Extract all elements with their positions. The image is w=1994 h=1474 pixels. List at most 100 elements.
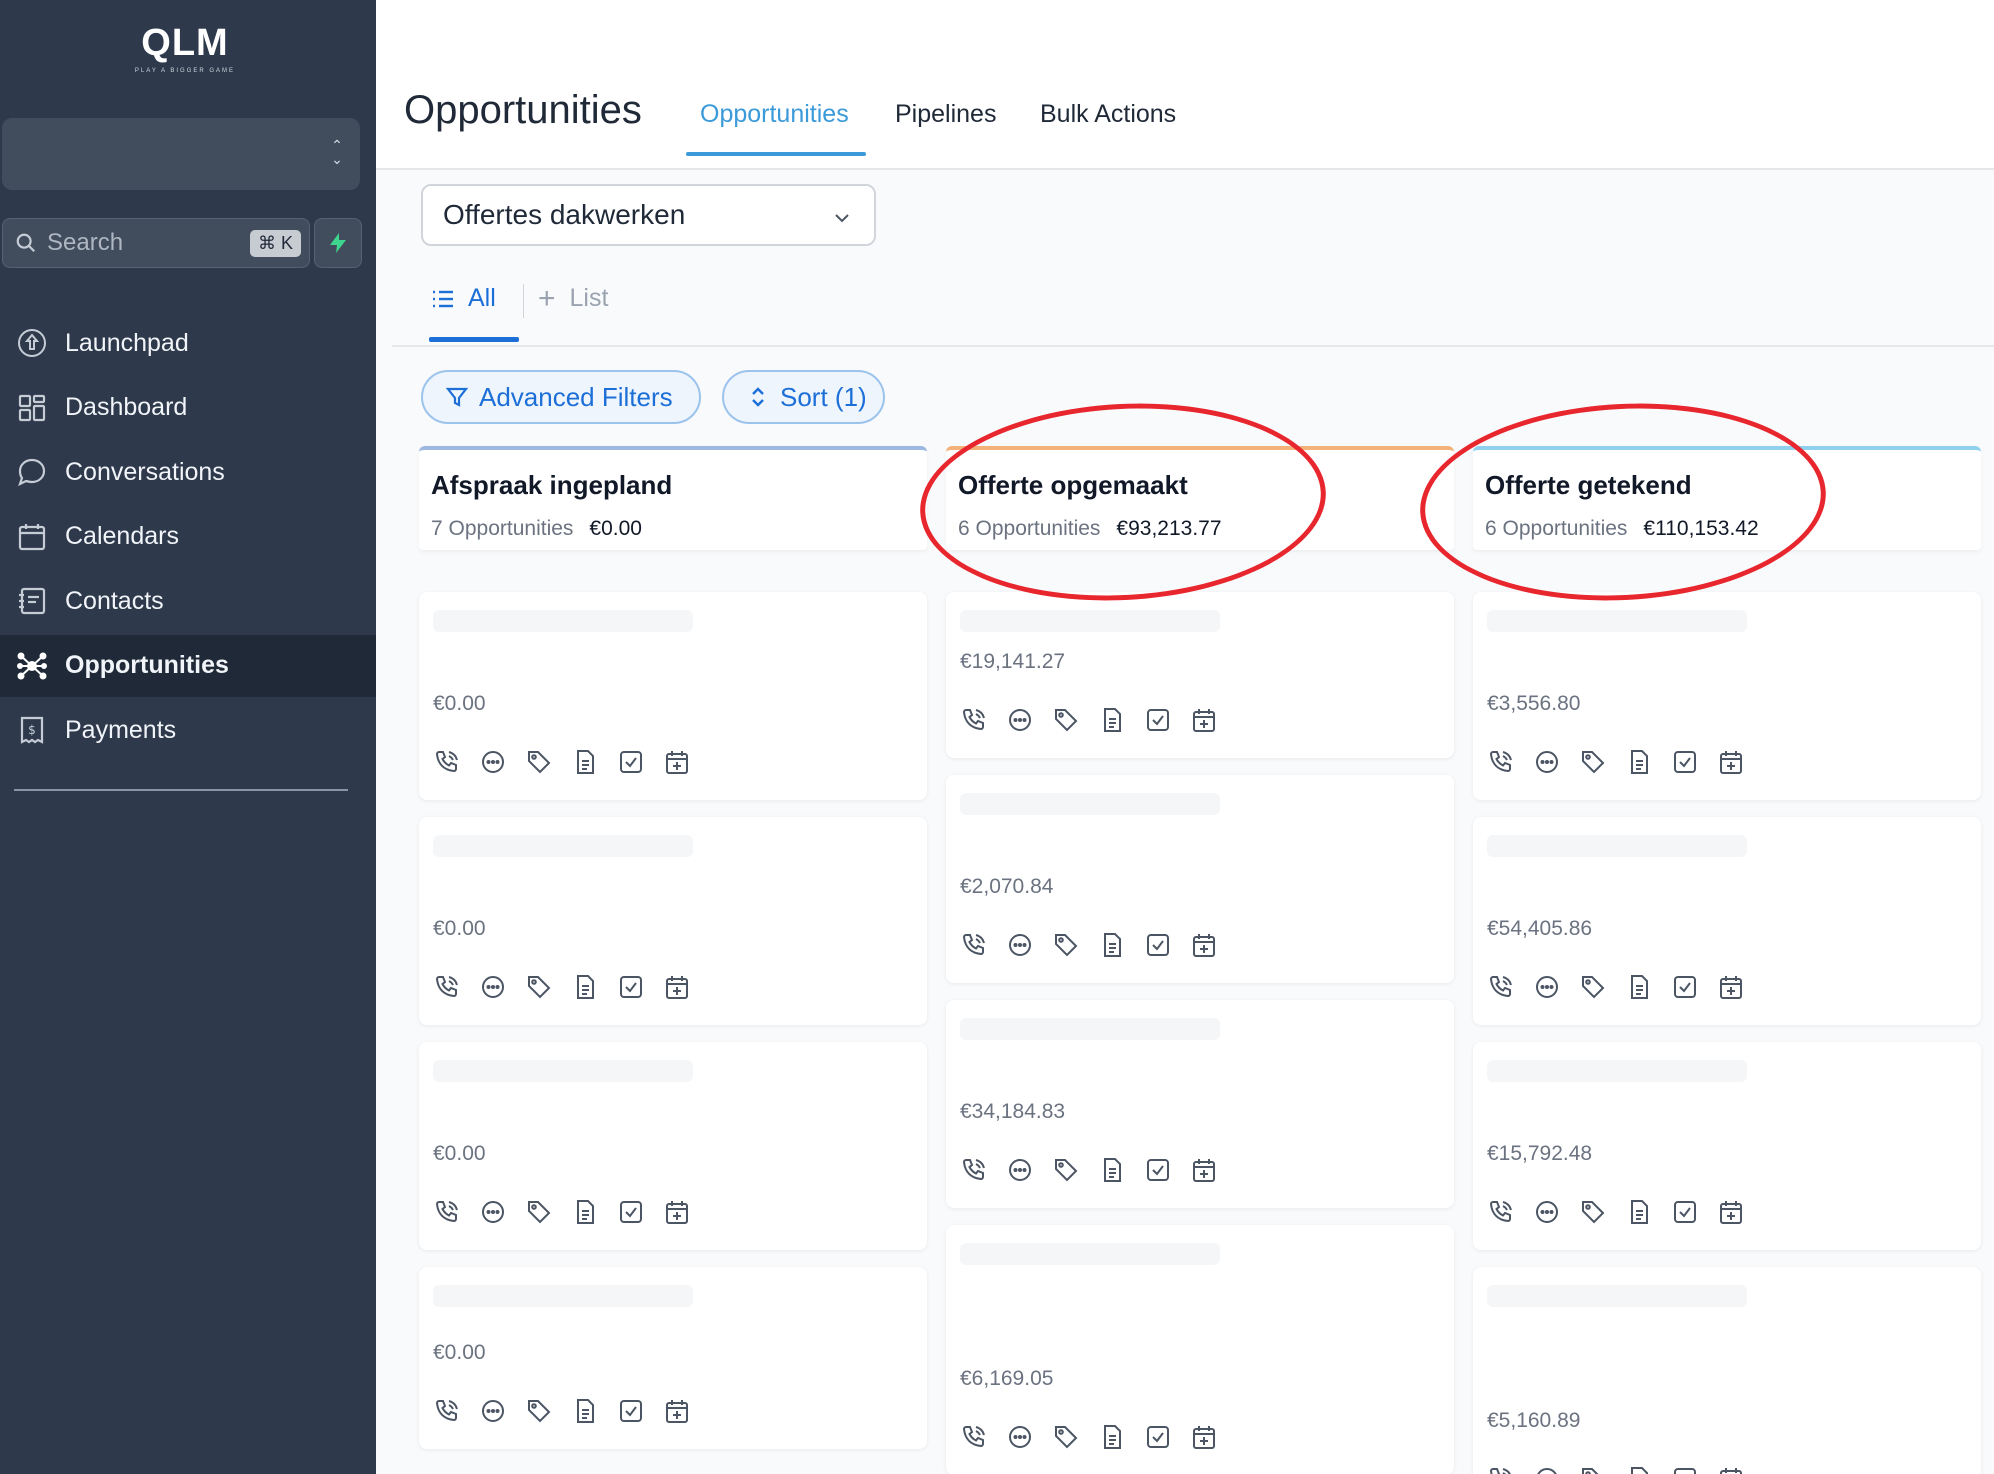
tag-icon[interactable] — [1052, 1156, 1080, 1184]
opportunity-card[interactable]: €15,792.48 — [1473, 1042, 1981, 1250]
sidebar-item-launchpad[interactable]: Launchpad — [0, 312, 376, 374]
stage-column-header[interactable]: Afspraak ingepland 7 Opportunities €0.00 — [419, 446, 927, 550]
search-input[interactable]: Search ⌘ K — [2, 218, 310, 268]
document-icon[interactable] — [1098, 706, 1126, 734]
phone-icon[interactable] — [960, 706, 988, 734]
tag-icon[interactable] — [525, 1198, 553, 1226]
tag-icon[interactable] — [1579, 748, 1607, 776]
opportunity-card[interactable]: €3,556.80 — [1473, 592, 1981, 800]
chat-icon[interactable] — [1006, 706, 1034, 734]
phone-icon[interactable] — [960, 1423, 988, 1451]
tab-opportunities[interactable]: Opportunities — [700, 100, 849, 129]
chat-icon[interactable] — [479, 748, 507, 776]
chat-icon[interactable] — [479, 973, 507, 1001]
opportunity-card[interactable]: €0.00 — [419, 1267, 927, 1449]
tag-icon[interactable] — [1579, 1198, 1607, 1226]
chat-icon[interactable] — [1006, 1423, 1034, 1451]
sort-button[interactable]: Sort (1) — [722, 370, 885, 424]
opportunity-card[interactable]: €34,184.83 — [946, 1000, 1454, 1208]
checkbox-icon[interactable] — [1671, 1465, 1699, 1474]
document-icon[interactable] — [1625, 748, 1653, 776]
checkbox-icon[interactable] — [617, 748, 645, 776]
opportunity-card[interactable]: €19,141.27 — [946, 592, 1454, 758]
tab-pipelines[interactable]: Pipelines — [895, 100, 996, 129]
chat-icon[interactable] — [1006, 1156, 1034, 1184]
chat-icon[interactable] — [1006, 931, 1034, 959]
add-list-button[interactable]: + List — [538, 284, 608, 314]
view-tab-all[interactable]: All — [430, 284, 496, 313]
phone-icon[interactable] — [1487, 973, 1515, 1001]
opportunity-card[interactable]: €2,070.84 — [946, 775, 1454, 983]
calendar-add-icon[interactable] — [1717, 1198, 1745, 1226]
calendar-add-icon[interactable] — [1190, 931, 1218, 959]
chat-icon[interactable] — [1533, 1198, 1561, 1226]
opportunity-card[interactable]: €54,405.86 — [1473, 817, 1981, 1025]
sidebar-item-payments[interactable]: $ Payments — [0, 699, 376, 761]
quick-actions-button[interactable] — [314, 218, 362, 268]
checkbox-icon[interactable] — [1671, 1198, 1699, 1226]
calendar-add-icon[interactable] — [663, 973, 691, 1001]
tag-icon[interactable] — [525, 973, 553, 1001]
calendar-add-icon[interactable] — [663, 748, 691, 776]
pipeline-select[interactable]: Offertes dakwerken — [421, 184, 876, 246]
phone-icon[interactable] — [1487, 1465, 1515, 1474]
calendar-add-icon[interactable] — [1190, 1156, 1218, 1184]
calendar-add-icon[interactable] — [663, 1198, 691, 1226]
calendar-add-icon[interactable] — [1190, 706, 1218, 734]
checkbox-icon[interactable] — [1144, 1423, 1172, 1451]
opportunity-card[interactable]: €5,160.89 — [1473, 1267, 1981, 1474]
checkbox-icon[interactable] — [617, 1198, 645, 1226]
logo[interactable]: QLM PLAY A BIGGER GAME — [130, 20, 240, 84]
stage-column-header[interactable]: Offerte getekend 6 Opportunities €110,153… — [1473, 446, 1981, 550]
checkbox-icon[interactable] — [1144, 1156, 1172, 1184]
checkbox-icon[interactable] — [617, 1397, 645, 1425]
tab-bulk-actions[interactable]: Bulk Actions — [1040, 100, 1176, 129]
document-icon[interactable] — [1098, 931, 1126, 959]
opportunity-card[interactable]: €0.00 — [419, 1042, 927, 1250]
tag-icon[interactable] — [525, 748, 553, 776]
sidebar-item-opportunities[interactable]: Opportunities — [0, 634, 376, 697]
phone-icon[interactable] — [433, 748, 461, 776]
sidebar-item-contacts[interactable]: Contacts — [0, 570, 376, 632]
phone-icon[interactable] — [1487, 1198, 1515, 1226]
opportunity-card[interactable]: €0.00 — [419, 817, 927, 1025]
phone-icon[interactable] — [433, 973, 461, 1001]
tag-icon[interactable] — [1052, 1423, 1080, 1451]
calendar-add-icon[interactable] — [1717, 973, 1745, 1001]
document-icon[interactable] — [1625, 973, 1653, 1001]
tag-icon[interactable] — [1579, 1465, 1607, 1474]
chat-icon[interactable] — [479, 1198, 507, 1226]
checkbox-icon[interactable] — [617, 973, 645, 1001]
tag-icon[interactable] — [1052, 706, 1080, 734]
location-switcher[interactable]: ⌃ ⌄ — [2, 118, 360, 190]
advanced-filters-button[interactable]: Advanced Filters — [421, 370, 701, 424]
document-icon[interactable] — [1625, 1198, 1653, 1226]
calendar-add-icon[interactable] — [1190, 1423, 1218, 1451]
document-icon[interactable] — [571, 973, 599, 1001]
phone-icon[interactable] — [433, 1198, 461, 1226]
chat-icon[interactable] — [1533, 748, 1561, 776]
sidebar-item-dashboard[interactable]: Dashboard — [0, 377, 376, 439]
tag-icon[interactable] — [1579, 973, 1607, 1001]
document-icon[interactable] — [1098, 1156, 1126, 1184]
opportunity-card[interactable]: €0.00 — [419, 592, 927, 800]
stage-column-header[interactable]: Offerte opgemaakt 6 Opportunities €93,213… — [946, 446, 1454, 550]
checkbox-icon[interactable] — [1144, 706, 1172, 734]
document-icon[interactable] — [1625, 1465, 1653, 1474]
calendar-add-icon[interactable] — [1717, 1465, 1745, 1474]
opportunity-card[interactable]: €6,169.05 — [946, 1225, 1454, 1474]
document-icon[interactable] — [571, 1198, 599, 1226]
phone-icon[interactable] — [1487, 748, 1515, 776]
checkbox-icon[interactable] — [1144, 931, 1172, 959]
calendar-add-icon[interactable] — [663, 1397, 691, 1425]
document-icon[interactable] — [571, 748, 599, 776]
chat-icon[interactable] — [479, 1397, 507, 1425]
document-icon[interactable] — [1098, 1423, 1126, 1451]
checkbox-icon[interactable] — [1671, 748, 1699, 776]
chat-icon[interactable] — [1533, 973, 1561, 1001]
phone-icon[interactable] — [960, 931, 988, 959]
tag-icon[interactable] — [1052, 931, 1080, 959]
chat-icon[interactable] — [1533, 1465, 1561, 1474]
calendar-add-icon[interactable] — [1717, 748, 1745, 776]
phone-icon[interactable] — [433, 1397, 461, 1425]
